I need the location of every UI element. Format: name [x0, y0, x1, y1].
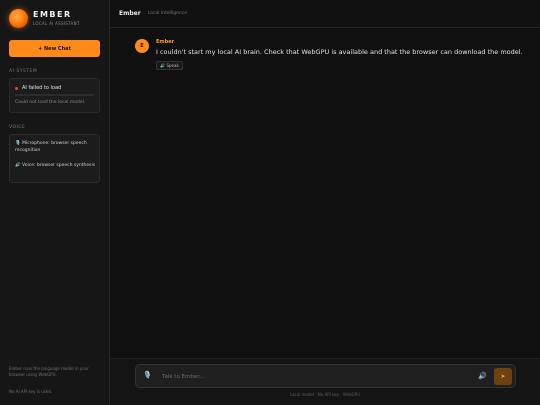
brand: EMBER LOCAL AI ASSISTANT — [9, 9, 80, 28]
send-button[interactable]: ➤ — [494, 368, 512, 385]
message-author: Ember — [156, 39, 175, 45]
brand-subtitle: LOCAL AI ASSISTANT — [33, 21, 80, 26]
composer-note: Local model · No API key · WebGPU — [289, 392, 361, 397]
message-text: I couldn't start my local AI brain. Chec… — [156, 48, 523, 56]
voice-card: 🎙️ Microphone: browser speech recognitio… — [9, 134, 100, 183]
speaker-icon[interactable]: 🔊 — [478, 372, 487, 380]
sidebar: EMBER LOCAL AI ASSISTANT + New Chat AI S… — [0, 0, 110, 405]
composer-box: 🎙️ 🔊 ➤ — [135, 364, 516, 388]
brand-title: EMBER — [33, 10, 72, 19]
model-load-progress-bar — [15, 94, 94, 96]
ai-status-text: AI failed to load — [22, 85, 62, 91]
chat-main: Ember Local Intelligence E Ember I could… — [110, 0, 540, 405]
new-chat-button[interactable]: + New Chat — [9, 40, 100, 57]
chat-header: Ember Local Intelligence — [110, 0, 540, 28]
error-status-dot — [15, 86, 18, 90]
chat-subtitle: Local Intelligence — [147, 11, 187, 16]
ember-logo — [9, 9, 28, 28]
chat-title: Ember — [119, 10, 141, 17]
microphone-icon[interactable]: 🎙️ — [143, 371, 152, 379]
webgpu-note: Ember runs the language model in your br… — [9, 366, 89, 377]
message-input[interactable] — [162, 370, 462, 383]
ai-status-card: AI failed to load Could not load the loc… — [9, 78, 100, 113]
avatar: E — [135, 39, 149, 53]
api-key-note: No AI API key is used. — [9, 389, 53, 394]
ai-status-detail: Could not load the local model. — [15, 100, 86, 105]
ai-system-label: AI SYSTEM — [9, 69, 38, 74]
microphone-status: 🎙️ Microphone: browser speech recognitio… — [15, 141, 87, 153]
composer: 🎙️ 🔊 ➤ Local model · No API key · WebGPU — [110, 358, 540, 405]
voice-label: VOICE — [9, 125, 26, 130]
voice-synthesis-status: 🔊 Voice: browser speech synthesis — [15, 163, 96, 168]
speak-button[interactable]: 🔊 Speak — [156, 61, 183, 70]
send-icon: ➤ — [500, 374, 506, 380]
